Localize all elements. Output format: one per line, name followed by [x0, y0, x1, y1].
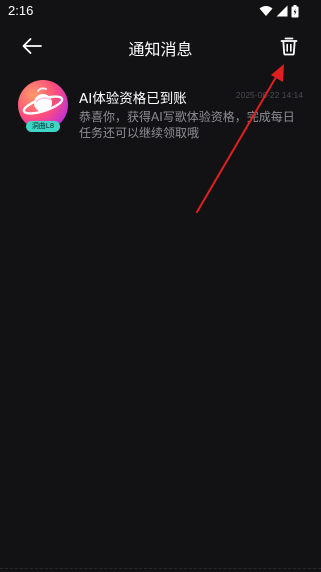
bottom-edge	[0, 568, 321, 572]
page-title: 通知消息	[128, 40, 193, 59]
signal-icon	[276, 5, 288, 17]
notification-body: 恭喜你，获得AI写歌体验资格，完成每日任务还可以继续领取哦	[79, 110, 295, 140]
level-badge: 洞曲L8	[26, 121, 60, 132]
notification-title: AI体验资格已到账	[79, 91, 187, 107]
notification-item[interactable]: 洞曲L8 AI体验资格已到账 2025-06-22 14:14 恭喜你，获得AI…	[0, 78, 321, 144]
status-time: 2:16	[8, 3, 34, 18]
trash-icon	[280, 37, 298, 56]
battery-icon	[291, 4, 299, 18]
status-bar: 2:16	[0, 0, 321, 24]
status-icons	[259, 4, 299, 18]
wifi-icon	[259, 5, 273, 17]
notification-time: 2025-06-22 14:14	[235, 90, 303, 100]
delete-button[interactable]	[277, 34, 301, 58]
avatar: 洞曲L8	[18, 80, 68, 132]
header: 通知消息	[0, 28, 321, 64]
